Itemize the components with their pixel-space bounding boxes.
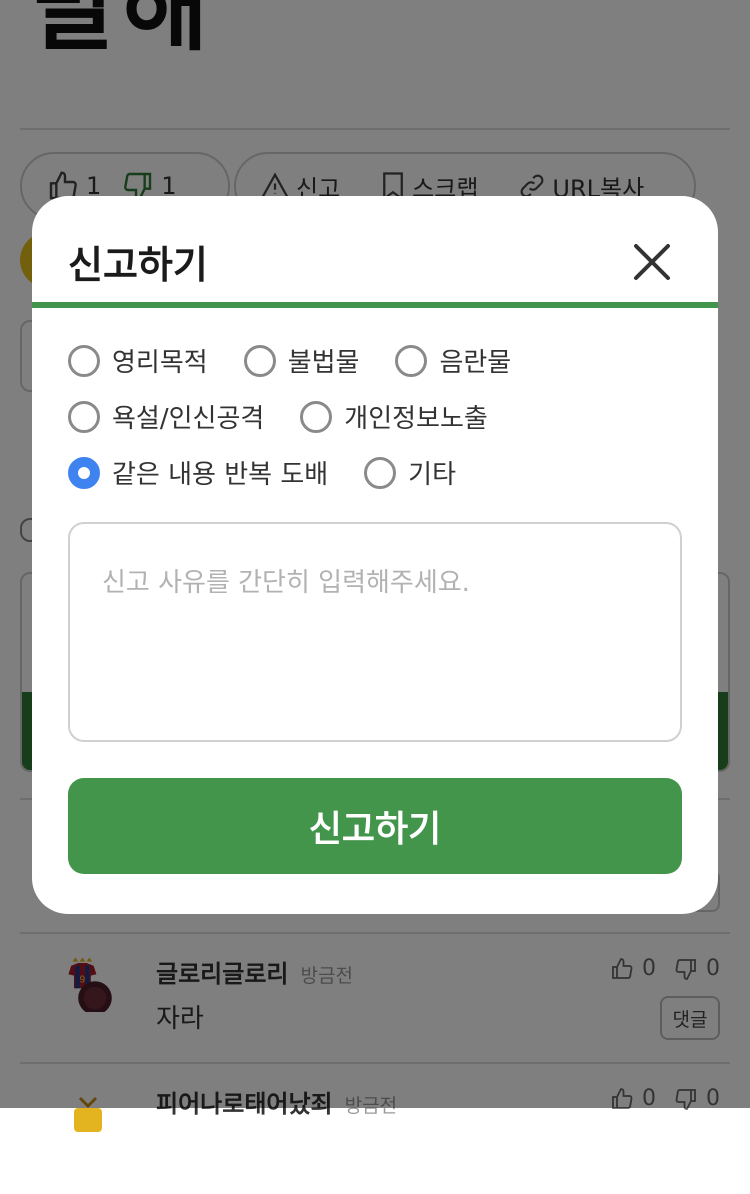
modal-title: 신고하기 (68, 243, 208, 287)
reason-option[interactable]: 기타 (364, 454, 456, 491)
radio-button[interactable] (395, 344, 428, 377)
reason-option[interactable]: 영리목적 (68, 342, 208, 379)
reason-row: 같은 내용 반복 도배 기타 (68, 454, 456, 491)
reason-label: 욕설/인신공격 (112, 404, 265, 434)
reason-row: 영리목적 불법물 음란물 (68, 342, 511, 379)
report-modal: 신고하기 영리목적 불법물 음란물 욕설/인신공격 개인정보노출 같은 내용 반… (32, 196, 718, 914)
close-icon[interactable] (630, 240, 674, 284)
reason-label: 개인정보노출 (344, 404, 488, 434)
reason-option[interactable]: 욕설/인신공격 (68, 398, 264, 435)
modal-divider (32, 302, 718, 308)
reason-row: 욕설/인신공격 개인정보노출 (68, 398, 488, 435)
reason-label: 기타 (408, 460, 456, 490)
reason-label: 음란물 (439, 348, 512, 378)
reason-label: 같은 내용 반복 도배 (112, 460, 329, 490)
reason-option[interactable]: 불법물 (243, 342, 360, 379)
reason-label: 영리목적 (112, 348, 208, 378)
report-reason-textarea[interactable] (68, 522, 682, 742)
reason-label: 불법물 (287, 348, 360, 378)
reason-option[interactable]: 개인정보노출 (300, 398, 488, 435)
radio-button[interactable] (243, 344, 276, 377)
radio-button[interactable] (300, 400, 333, 433)
submit-report-button[interactable]: 신고하기 (68, 778, 682, 874)
radio-button-selected[interactable] (68, 456, 100, 489)
modal-header: 신고하기 (32, 196, 718, 304)
radio-button[interactable] (68, 400, 100, 433)
radio-button[interactable] (68, 344, 100, 377)
radio-button[interactable] (364, 456, 397, 489)
reason-option-selected[interactable]: 같은 내용 반복 도배 (68, 454, 328, 491)
reason-option[interactable]: 음란물 (395, 342, 511, 379)
